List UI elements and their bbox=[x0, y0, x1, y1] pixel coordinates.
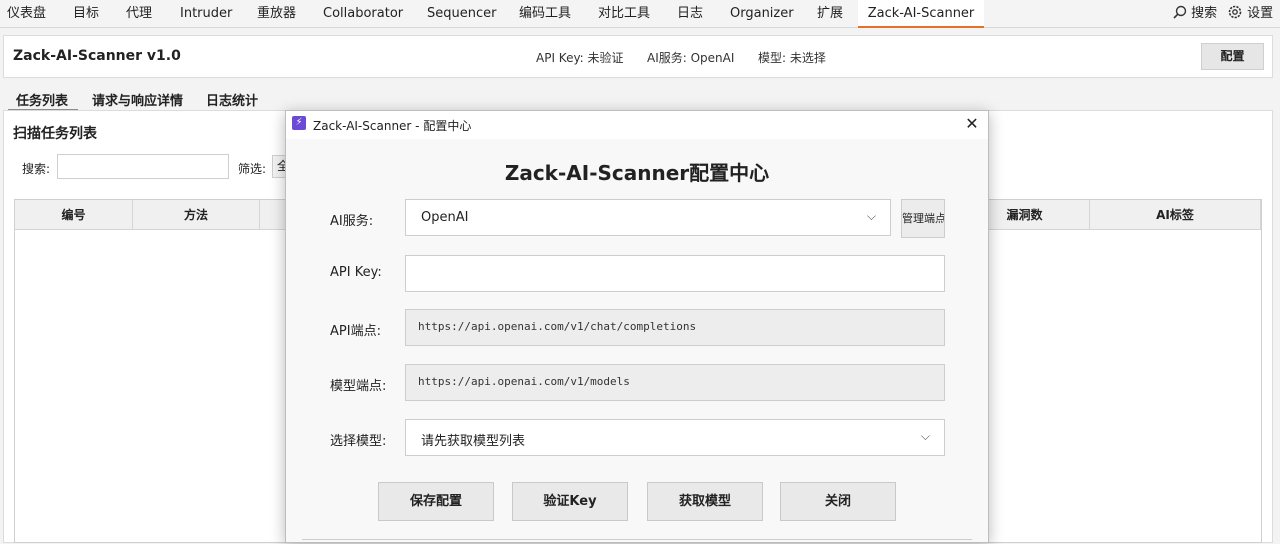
select-model-label: 选择模型: bbox=[330, 434, 387, 449]
model-select[interactable]: 请先获取模型列表 ⌵ bbox=[405, 419, 945, 456]
settings-button[interactable]: 设置 bbox=[1227, 0, 1273, 27]
menu-extensions[interactable]: 扩展 bbox=[817, 0, 843, 27]
manage-endpoints-button[interactable]: 管理端点 bbox=[901, 199, 945, 238]
model-endpoint-label: 模型端点: bbox=[330, 379, 387, 394]
ai-service-label: AI服务: bbox=[330, 214, 374, 229]
close-icon[interactable]: ✕ bbox=[962, 113, 982, 135]
ai-service-select[interactable]: OpenAI ⌵ bbox=[405, 199, 891, 236]
search-icon bbox=[1173, 5, 1187, 19]
config-button[interactable]: 配置 bbox=[1201, 43, 1264, 70]
search-field-label: 搜索: bbox=[22, 162, 51, 176]
menu-target[interactable]: 目标 bbox=[73, 0, 99, 27]
tab-request-response[interactable]: 请求与响应详情 bbox=[92, 90, 183, 110]
save-config-button[interactable]: 保存配置 bbox=[378, 482, 494, 521]
lightning-icon: ⚡ bbox=[292, 116, 306, 130]
menu-zack-ai-scanner[interactable]: Zack-AI-Scanner bbox=[858, 0, 984, 28]
top-menu-bar: 仪表盘 目标 代理 Intruder 重放器 Collaborator Sequ… bbox=[0, 0, 1280, 28]
fetch-models-button[interactable]: 获取模型 bbox=[647, 482, 763, 521]
menu-logger[interactable]: 日志 bbox=[677, 0, 703, 27]
menu-dashboard[interactable]: 仪表盘 bbox=[7, 0, 46, 27]
tab-task-list-label: 任务列表 bbox=[16, 94, 69, 109]
menu-decoder[interactable]: 编码工具 bbox=[519, 0, 571, 27]
gear-icon bbox=[1228, 5, 1242, 19]
search-label: 搜索 bbox=[1191, 6, 1218, 21]
model-endpoint-field[interactable]: https://api.openai.com/v1/models bbox=[405, 364, 945, 401]
ai-service-status: AI服务: OpenAI bbox=[647, 51, 735, 65]
task-search-input[interactable] bbox=[57, 154, 229, 179]
api-key-status: API Key: 未验证 bbox=[536, 51, 624, 65]
menu-organizer[interactable]: Organizer bbox=[730, 0, 794, 27]
config-dialog: ⚡ Zack-AI-Scanner - 配置中心 ✕ Zack-AI-Scann… bbox=[285, 110, 989, 543]
api-endpoint-field[interactable]: https://api.openai.com/v1/chat/completio… bbox=[405, 309, 945, 346]
column-header-ai-tag[interactable]: AI标签 bbox=[1090, 200, 1261, 230]
column-header-method[interactable]: 方法 bbox=[133, 200, 260, 230]
api-key-input[interactable] bbox=[405, 255, 945, 292]
model-select-value: 请先获取模型列表 bbox=[421, 434, 526, 449]
api-endpoint-value: https://api.openai.com/v1/chat/completio… bbox=[418, 320, 697, 333]
app-title: Zack-AI-Scanner v1.0 bbox=[13, 48, 181, 64]
tab-log-stats[interactable]: 日志统计 bbox=[206, 90, 258, 110]
ai-service-value: OpenAI bbox=[421, 210, 469, 225]
menu-sequencer[interactable]: Sequencer bbox=[427, 0, 496, 27]
dialog-bottom-divider bbox=[302, 539, 972, 544]
model-endpoint-value: https://api.openai.com/v1/models bbox=[418, 375, 630, 388]
filter-label: 筛选: bbox=[238, 162, 267, 176]
menu-intruder[interactable]: Intruder bbox=[180, 0, 232, 27]
api-key-label: API Key: bbox=[330, 265, 382, 280]
chevron-down-icon: ⌵ bbox=[866, 209, 876, 223]
menu-zack-ai-scanner-label: Zack-AI-Scanner bbox=[867, 6, 975, 21]
search-button[interactable]: 搜索 bbox=[1173, 0, 1217, 27]
tab-task-list[interactable]: 任务列表 bbox=[8, 90, 79, 111]
verify-key-button[interactable]: 验证Key bbox=[512, 482, 628, 521]
active-tab-underline bbox=[858, 26, 984, 28]
menu-collaborator[interactable]: Collaborator bbox=[323, 0, 403, 27]
app-header: Zack-AI-Scanner v1.0 API Key: 未验证 AI服务: … bbox=[3, 35, 1273, 78]
settings-label: 设置 bbox=[1247, 6, 1274, 21]
close-button[interactable]: 关闭 bbox=[780, 482, 896, 521]
model-status: 模型: 未选择 bbox=[758, 51, 826, 65]
menu-repeater[interactable]: 重放器 bbox=[257, 0, 296, 27]
chevron-down-icon: ⌵ bbox=[920, 429, 930, 443]
dialog-titlebar: ⚡ Zack-AI-Scanner - 配置中心 ✕ bbox=[286, 111, 988, 139]
dialog-heading: Zack-AI-Scanner配置中心 bbox=[504, 161, 770, 185]
menu-comparer[interactable]: 对比工具 bbox=[598, 0, 650, 27]
api-endpoint-label: API端点: bbox=[330, 324, 381, 339]
column-header-id[interactable]: 编号 bbox=[15, 200, 133, 230]
task-list-title: 扫描任务列表 bbox=[13, 126, 97, 142]
dialog-window-title: Zack-AI-Scanner - 配置中心 bbox=[313, 119, 472, 133]
menu-proxy[interactable]: 代理 bbox=[126, 0, 152, 27]
